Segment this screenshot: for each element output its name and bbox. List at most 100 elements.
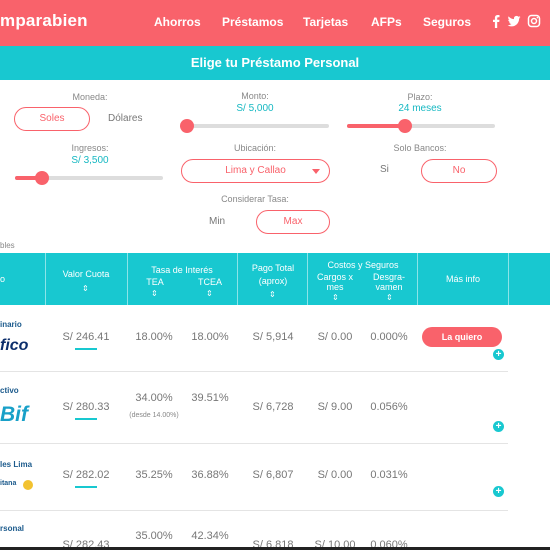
header-pago-total[interactable]: Pago Total bbox=[240, 263, 306, 274]
product-name[interactable]: ctivo bbox=[0, 386, 19, 395]
sort-icon[interactable]: ⇕ bbox=[206, 289, 213, 298]
bank-logo: Bif bbox=[0, 403, 28, 426]
sort-icon[interactable]: ⇕ bbox=[151, 289, 158, 298]
sort-icon[interactable]: ⇕ bbox=[82, 284, 89, 293]
ubicacion-label: Ubicación: bbox=[233, 143, 277, 153]
tasa-max-option[interactable]: Max bbox=[256, 210, 330, 234]
ingresos-slider-track[interactable] bbox=[15, 171, 163, 185]
tcea-value: 42.34% bbox=[191, 530, 229, 542]
monto-slider-track[interactable] bbox=[179, 119, 329, 133]
tcea-value: 36.88% bbox=[191, 469, 229, 481]
header-pago-total-sub: (aprox) bbox=[258, 276, 288, 286]
header-tasa-interes: Tasa de Interés bbox=[151, 265, 213, 275]
header-valor-cuota[interactable]: Valor Cuota bbox=[50, 269, 122, 280]
cuota-underline bbox=[75, 486, 97, 488]
bank-emblem-icon bbox=[23, 480, 33, 490]
tea-value: 35.25% bbox=[135, 469, 173, 481]
product-name[interactable]: rsonal bbox=[0, 524, 24, 533]
tea-value: 35.00% bbox=[135, 530, 173, 542]
pago-total: S/ 6,807 bbox=[252, 469, 294, 481]
header-divider bbox=[307, 253, 308, 305]
header-mas-info: Más info bbox=[445, 274, 480, 284]
header-tcea[interactable]: TCEA bbox=[194, 277, 226, 288]
table-row: inario fico S/ 246.41 18.00% 18.00% S/ 5… bbox=[0, 305, 508, 372]
twitter-icon[interactable] bbox=[507, 14, 521, 28]
page-title: Elige tu Préstamo Personal bbox=[190, 55, 360, 70]
top-navbar: mparabien Ahorros Préstamos Tarjetas AFP… bbox=[0, 0, 550, 46]
moneda-dolares-option[interactable]: Dólares bbox=[108, 113, 142, 124]
sort-icon[interactable]: ⇕ bbox=[332, 293, 339, 302]
pago-total: S/ 5,914 bbox=[252, 331, 294, 343]
tea-value: 18.00% bbox=[135, 331, 173, 343]
plus-icon[interactable]: + bbox=[493, 421, 504, 432]
plazo-slider-handle[interactable] bbox=[397, 119, 412, 133]
tea-note: (desde 14.00%) bbox=[129, 412, 179, 419]
header-desgravamen-sub: vamen bbox=[375, 282, 403, 292]
chevron-down-icon bbox=[312, 169, 320, 174]
moneda-soles-option[interactable]: Soles bbox=[14, 107, 90, 131]
instagram-icon[interactable] bbox=[527, 14, 541, 28]
table-row: les Lima itana S/ 282.02 35.25% 36.88% S… bbox=[0, 444, 508, 511]
solo-bancos-no-option[interactable]: No bbox=[421, 159, 497, 183]
tasa-min-option[interactable]: Min bbox=[209, 216, 225, 227]
plazo-slider-fill bbox=[347, 124, 405, 128]
ubicacion-selected-value: Lima y Callao bbox=[225, 165, 286, 176]
tasa-label: Considerar Tasa: bbox=[221, 194, 289, 204]
header-divider bbox=[237, 253, 238, 305]
ingresos-label: Ingresos: bbox=[71, 143, 109, 153]
plazo-value: 24 meses bbox=[398, 103, 442, 114]
sort-icon[interactable]: ⇕ bbox=[269, 290, 276, 299]
desgravamen-value: 0.056% bbox=[370, 401, 408, 413]
la-quiero-button[interactable]: La quiero bbox=[422, 327, 502, 347]
results-count-note: bles bbox=[0, 241, 15, 250]
nav-link-prestamos[interactable]: Préstamos bbox=[222, 15, 283, 29]
header-costos-seguros: Costos y Seguros bbox=[327, 260, 399, 270]
header-divider bbox=[508, 253, 509, 305]
product-name[interactable]: les Lima bbox=[0, 460, 32, 469]
moneda-label: Moneda: bbox=[72, 92, 108, 102]
cargos-mes: S/ 9.00 bbox=[317, 401, 353, 413]
header-cargos-sub: mes bbox=[326, 282, 344, 292]
valor-cuota: S/ 246.41 bbox=[62, 331, 110, 343]
header-entidad[interactable]: o bbox=[0, 274, 5, 285]
pago-total: S/ 6,728 bbox=[252, 401, 294, 413]
plus-icon[interactable]: + bbox=[493, 486, 504, 497]
header-divider bbox=[45, 253, 46, 305]
site-logo[interactable]: mparabien bbox=[0, 11, 88, 31]
ubicacion-select[interactable]: Lima y Callao bbox=[181, 159, 330, 183]
header-divider bbox=[127, 253, 128, 305]
table-row: rsonal S/ 282.43 35.00% 42.34% S/ 6,818 … bbox=[0, 511, 508, 550]
cargos-mes: S/ 0.00 bbox=[317, 469, 353, 481]
ingresos-slider-handle[interactable] bbox=[34, 171, 49, 185]
tcea-value: 39.51% bbox=[191, 392, 229, 404]
facebook-icon[interactable] bbox=[489, 14, 503, 28]
nav-link-tarjetas[interactable]: Tarjetas bbox=[303, 15, 348, 29]
plus-icon[interactable]: + bbox=[493, 349, 504, 360]
header-tea[interactable]: TEA bbox=[140, 277, 170, 288]
nav-link-afps[interactable]: AFPs bbox=[371, 15, 402, 29]
product-name[interactable]: inario bbox=[0, 320, 22, 329]
bank-logo: fico bbox=[0, 337, 29, 354]
monto-slider-handle[interactable] bbox=[179, 119, 194, 133]
header-divider bbox=[417, 253, 418, 305]
nav-link-ahorros[interactable]: Ahorros bbox=[154, 15, 201, 29]
cargos-mes: S/ 0.00 bbox=[317, 331, 353, 343]
plazo-label: Plazo: bbox=[407, 92, 433, 102]
cuota-underline bbox=[75, 418, 97, 420]
solo-bancos-label: Solo Bancos: bbox=[393, 143, 447, 153]
nav-link-seguros[interactable]: Seguros bbox=[423, 15, 471, 29]
valor-cuota: S/ 280.33 bbox=[62, 401, 110, 413]
tcea-value: 18.00% bbox=[191, 331, 229, 343]
monto-label: Monto: bbox=[241, 91, 269, 101]
title-bar: Elige tu Préstamo Personal bbox=[0, 46, 550, 80]
bank-logo: itana bbox=[0, 480, 17, 487]
cuota-underline bbox=[75, 348, 97, 350]
table-row: ctivo Bif S/ 280.33 34.00% (desde 14.00%… bbox=[0, 372, 508, 444]
tea-value: 34.00% bbox=[135, 392, 173, 404]
plazo-slider-track[interactable] bbox=[347, 119, 495, 133]
desgravamen-value: 0.031% bbox=[370, 469, 408, 481]
solo-bancos-si-option[interactable]: Si bbox=[380, 164, 389, 175]
desgravamen-value: 0.000% bbox=[370, 331, 408, 343]
sort-icon[interactable]: ⇕ bbox=[386, 293, 393, 302]
valor-cuota: S/ 282.02 bbox=[62, 469, 110, 481]
